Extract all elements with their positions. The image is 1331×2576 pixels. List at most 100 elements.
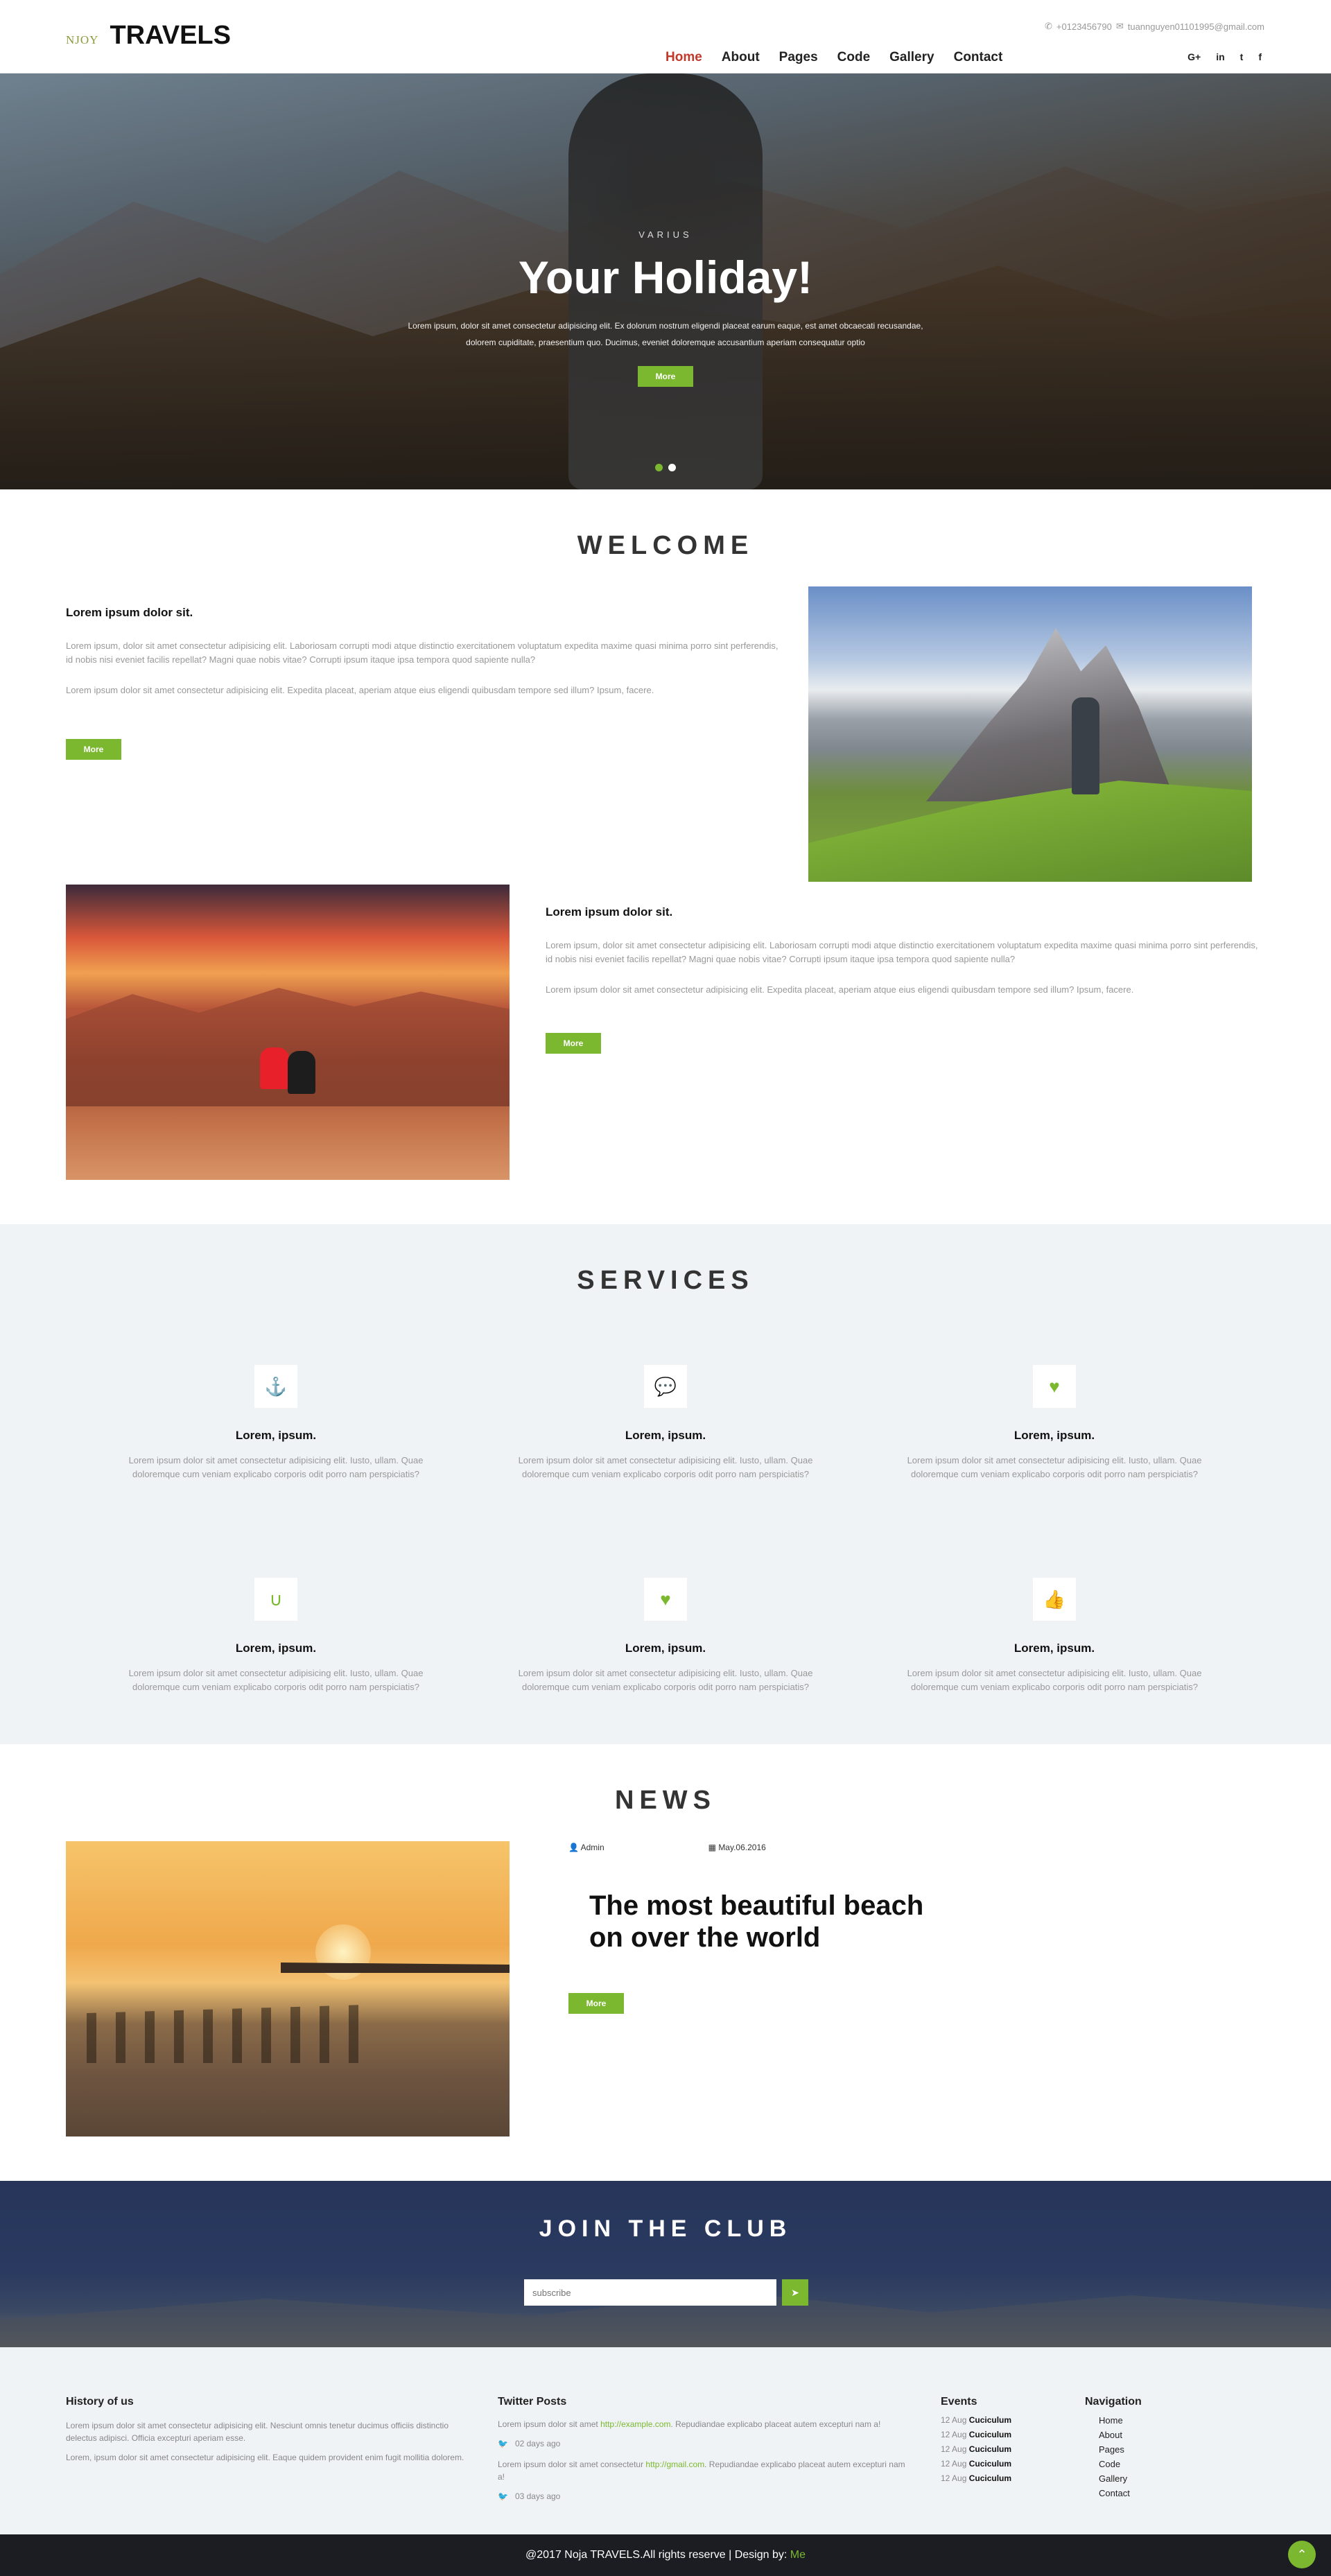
mail-icon: ✉: [1115, 21, 1124, 31]
hero-banner: VARIUS Your Holiday! Lorem ipsum, dolor …: [0, 73, 1331, 489]
social-links: G+ in t f: [1188, 51, 1262, 62]
welcome-title: WELCOME: [577, 531, 754, 560]
footer-nav-gallery[interactable]: Gallery: [1085, 2473, 1224, 2484]
logo[interactable]: NJOY TRAVELS: [66, 21, 231, 51]
hero-content: VARIUS Your Holiday! Lorem ipsum, dolor …: [0, 229, 1331, 387]
hero-more-button[interactable]: More: [638, 366, 693, 387]
chevron-up-icon[interactable]: ⌃: [1288, 2541, 1316, 2568]
services-section: SERVICES ⚓ Lorem, ipsum. Lorem ipsum dol…: [0, 1224, 1331, 1744]
email-address[interactable]: tuannguyen01101995@gmail.com: [1128, 21, 1264, 32]
copyright-text: @2017 Noja TRAVELS.All rights reserve | …: [525, 2549, 790, 2561]
linkedin-icon[interactable]: in: [1216, 51, 1224, 62]
logo-big-text: TRAVELS: [110, 21, 231, 50]
calendar-icon: ▦: [708, 1843, 719, 1852]
event-name: Cuciculum: [968, 2430, 1012, 2439]
footer-history-title: History of us: [66, 2396, 134, 2408]
nav-pages[interactable]: Pages: [779, 50, 818, 65]
footer-nav-code[interactable]: Code: [1085, 2459, 1224, 2469]
beach-sunset-image[interactable]: [66, 1841, 510, 2136]
welcome-block-heading: Lorem ipsum dolor sit.: [546, 905, 673, 919]
nav-home[interactable]: Home: [666, 50, 702, 65]
slider-dot-2[interactable]: [668, 464, 676, 471]
google-plus-icon[interactable]: G+: [1188, 51, 1201, 62]
tweet-link[interactable]: http://gmail.com: [645, 2460, 704, 2469]
footer-history: History of us Lorem ipsum dolor sit amet…: [66, 2396, 468, 2464]
facebook-icon[interactable]: f: [1258, 51, 1262, 62]
service-item: 👍 Lorem, ipsum. Lorem ipsum dolor sit am…: [860, 1578, 1249, 1694]
comment-icon: 💬: [644, 1365, 687, 1408]
footer-nav-list: Home About Pages Code Gallery Contact: [1085, 2415, 1224, 2498]
news-section: NEWS 👤 Admin ▦ May.06.2016 The most beau…: [0, 1744, 1331, 2181]
event-item[interactable]: 12 Aug Cuciculum: [941, 2473, 1065, 2483]
welcome-more-button[interactable]: More: [66, 739, 121, 760]
event-name: Cuciculum: [968, 2473, 1012, 2483]
tweet-link[interactable]: http://example.com: [600, 2419, 670, 2429]
footer-nav-pages[interactable]: Pages: [1085, 2444, 1224, 2455]
twitter-icon[interactable]: t: [1240, 51, 1244, 62]
event-name: Cuciculum: [968, 2459, 1012, 2469]
tweet-text: Lorem ipsum dolor sit amet http://exampl…: [498, 2418, 914, 2430]
nav-code[interactable]: Code: [837, 50, 871, 65]
event-name: Cuciculum: [968, 2415, 1012, 2425]
user-icon: 👤: [568, 1843, 581, 1852]
phone-number: +0123456790: [1056, 21, 1112, 32]
news-date: ▦ May.06.2016: [708, 1843, 766, 1852]
mountain-hiker: [1072, 697, 1099, 794]
service-item: ♥ Lorem, ipsum. Lorem ipsum dolor sit am…: [860, 1365, 1249, 1481]
service-text: Lorem ipsum dolor sit amet consectetur a…: [128, 1668, 424, 1692]
footer-nav-home[interactable]: Home: [1085, 2415, 1224, 2426]
event-name: Cuciculum: [968, 2444, 1012, 2454]
event-item[interactable]: 12 Aug Cuciculum: [941, 2444, 1065, 2454]
service-text: Lorem ipsum dolor sit amet consectetur a…: [907, 1668, 1202, 1692]
magnet-icon: ∪: [254, 1578, 297, 1621]
news-headline[interactable]: The most beautiful beach on over the wor…: [589, 1890, 950, 1953]
footer-events-title: Events: [941, 2396, 977, 2408]
desert-people: [246, 1047, 329, 1103]
contact-info: ✆ +0123456790 ✉ tuannguyen01101995@gmail…: [1045, 21, 1264, 32]
mountain-peak: [926, 628, 1176, 801]
join-section: JOIN THE CLUB ➤: [0, 2181, 1331, 2347]
tweet-text-start: Lorem ipsum dolor sit amet consectetur: [498, 2460, 646, 2469]
send-icon[interactable]: ➤: [782, 2279, 808, 2306]
news-meta: 👤 Admin ▦ May.06.2016: [568, 1843, 766, 1852]
nav-contact[interactable]: Contact: [954, 50, 1003, 65]
event-item[interactable]: 12 Aug Cuciculum: [941, 2415, 1065, 2425]
tweet-text: Lorem ipsum dolor sit amet consectetur h…: [498, 2458, 914, 2483]
service-item: 💬 Lorem, ipsum. Lorem ipsum dolor sit am…: [471, 1365, 860, 1481]
service-title: Lorem, ipsum.: [235, 1429, 317, 1442]
heartbeat-icon: ♥: [644, 1578, 687, 1621]
slider-dot-1[interactable]: [655, 464, 663, 471]
news-author: 👤 Admin: [568, 1843, 604, 1852]
footer-events: Events 12 Aug Cuciculum 12 Aug Cuciculum…: [941, 2396, 1065, 2483]
twitter-icon: 🐦: [498, 2491, 511, 2501]
footer-history-text: Lorem, ipsum dolor sit amet consectetur …: [66, 2453, 464, 2462]
footer-nav-contact[interactable]: Contact: [1085, 2488, 1224, 2498]
subscribe-form: ➤: [524, 2279, 808, 2306]
nav-gallery[interactable]: Gallery: [889, 50, 934, 65]
join-title: JOIN THE CLUB: [539, 2216, 792, 2242]
tweet-date-text: 02 days ago: [514, 2439, 561, 2448]
news-more-button[interactable]: More: [568, 1993, 624, 2014]
desert-person-black: [288, 1051, 315, 1094]
hero-title: Your Holiday!: [518, 252, 813, 303]
events-list: 12 Aug Cuciculum 12 Aug Cuciculum 12 Aug…: [941, 2415, 1065, 2483]
event-item[interactable]: 12 Aug Cuciculum: [941, 2430, 1065, 2439]
nav-about[interactable]: About: [722, 50, 760, 65]
service-text: Lorem ipsum dolor sit amet consectetur a…: [518, 1455, 813, 1479]
subscribe-input[interactable]: [524, 2279, 776, 2306]
welcome-more-button[interactable]: More: [546, 1033, 601, 1054]
service-title: Lorem, ipsum.: [625, 1429, 706, 1442]
designer-link[interactable]: Me: [790, 2549, 806, 2561]
event-item[interactable]: 12 Aug Cuciculum: [941, 2459, 1065, 2469]
service-item: ∪ Lorem, ipsum. Lorem ipsum dolor sit am…: [82, 1578, 470, 1694]
welcome-block-para: Lorem ipsum dolor sit amet consectetur a…: [546, 984, 1134, 995]
footer-nav-about[interactable]: About: [1085, 2430, 1224, 2440]
service-text: Lorem ipsum dolor sit amet consectetur a…: [907, 1455, 1202, 1479]
desert-couple-image: [66, 885, 510, 1180]
news-title: NEWS: [615, 1786, 716, 1815]
news-author-name: Admin: [580, 1843, 604, 1852]
footer-navigation: Navigation Home About Pages Code Gallery…: [1085, 2396, 1224, 2498]
hero-text: Lorem ipsum, dolor sit amet consectetur …: [408, 321, 923, 347]
services-title: SERVICES: [577, 1266, 754, 1295]
thumbs-up-icon: 👍: [1033, 1578, 1076, 1621]
